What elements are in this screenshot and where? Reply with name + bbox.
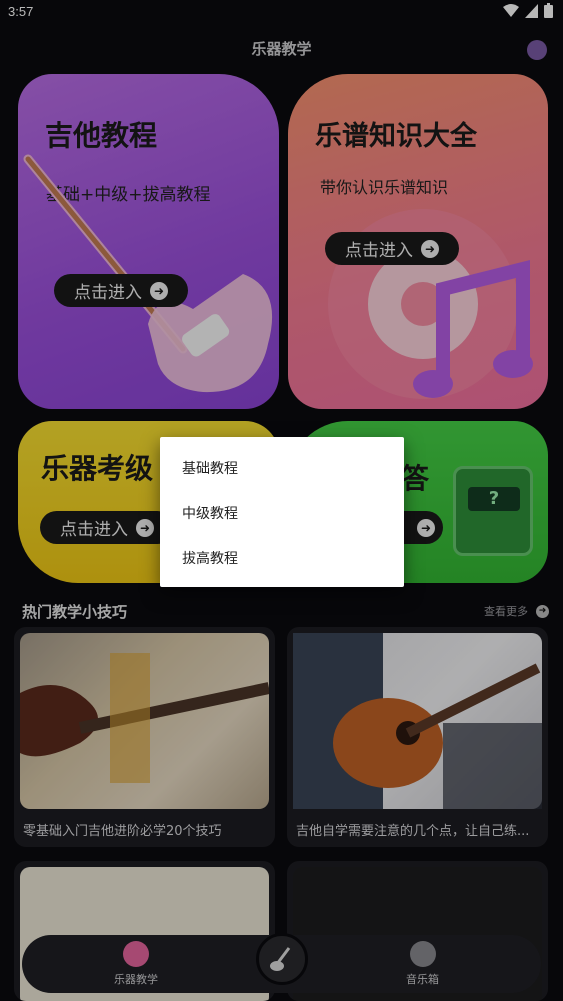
tips-section-title: 热门教学小技巧 (22, 603, 128, 621)
arrow-right-icon: ➜ (150, 281, 168, 300)
signal-icon (525, 3, 538, 18)
tip-image-2 (293, 633, 542, 809)
page-title: 乐器教学 (251, 40, 312, 58)
tab-instrument-teaching[interactable]: 乐器教学 (114, 941, 158, 987)
exam-enter-label: 点击进入 (60, 520, 128, 540)
exam-card-title: 乐器考级 (41, 452, 154, 485)
arrow-right-icon: ➜ (136, 518, 154, 537)
tab-music-box[interactable]: 音乐箱 (406, 941, 439, 987)
menu-item-advanced[interactable]: 拔高教程 (182, 548, 238, 568)
tip-card-1[interactable]: 零基础入门吉他进阶必学20个技巧 (14, 627, 275, 847)
app-bar: 乐器教学 (0, 30, 563, 70)
question-mark-label: ? (468, 487, 520, 511)
exam-enter-button[interactable]: 点击进入 ➜ (40, 511, 174, 544)
arrow-right-icon: ➜ (536, 604, 549, 618)
tip-card-2[interactable]: 吉他自学需要注意的几个点，让自己练... (287, 627, 548, 847)
score-enter-label: 点击进入 (345, 241, 413, 261)
acoustic-guitar-photo-icon (293, 633, 542, 809)
book-icon (123, 941, 149, 967)
menu-item-basic[interactable]: 基础教程 (182, 458, 238, 478)
tab-label: 音乐箱 (406, 973, 439, 986)
battery-icon (544, 3, 553, 18)
music-note-icon (409, 941, 436, 967)
wifi-icon (503, 3, 519, 17)
status-time: 3:57 (8, 4, 34, 19)
score-enter-button[interactable]: 点击进入 ➜ (325, 232, 459, 265)
tip-caption-1: 零基础入门吉他进阶必学20个技巧 (23, 824, 222, 839)
qa-card-title: 答 (401, 462, 430, 495)
guitar-icon (23, 154, 273, 393)
guitar-enter-button[interactable]: 点击进入 ➜ (54, 274, 188, 307)
guitar-icon (270, 947, 291, 971)
avatar[interactable] (527, 40, 547, 60)
score-knowledge-card[interactable]: 乐谱知识大全 带你认识乐谱知识 点击进入 ➜ (288, 74, 548, 409)
center-guitar-button[interactable] (256, 933, 308, 985)
tutorial-level-menu: 基础教程 中级教程 拔高教程 (160, 437, 404, 587)
guitar-enter-label: 点击进入 (74, 283, 142, 303)
see-more-link[interactable]: 查看更多 ➜ (484, 603, 549, 619)
see-more-label: 查看更多 (484, 605, 528, 618)
arrow-right-icon: ➜ (417, 518, 435, 537)
arrow-right-icon: ➜ (421, 239, 439, 258)
question-book-icon: ? (453, 466, 533, 556)
tip-caption-2: 吉他自学需要注意的几个点，让自己练... (296, 824, 530, 839)
tab-label: 乐器教学 (114, 973, 158, 986)
guitar-photo-icon (20, 653, 269, 783)
status-bar: 3:57 (0, 0, 563, 26)
menu-item-intermediate[interactable]: 中级教程 (182, 503, 238, 523)
guitar-tutorial-card[interactable]: 吉他教程 基础+中级+拔高教程 点击进入 ➜ (18, 74, 279, 409)
tip-image-1 (20, 633, 269, 809)
status-icons (503, 3, 553, 18)
